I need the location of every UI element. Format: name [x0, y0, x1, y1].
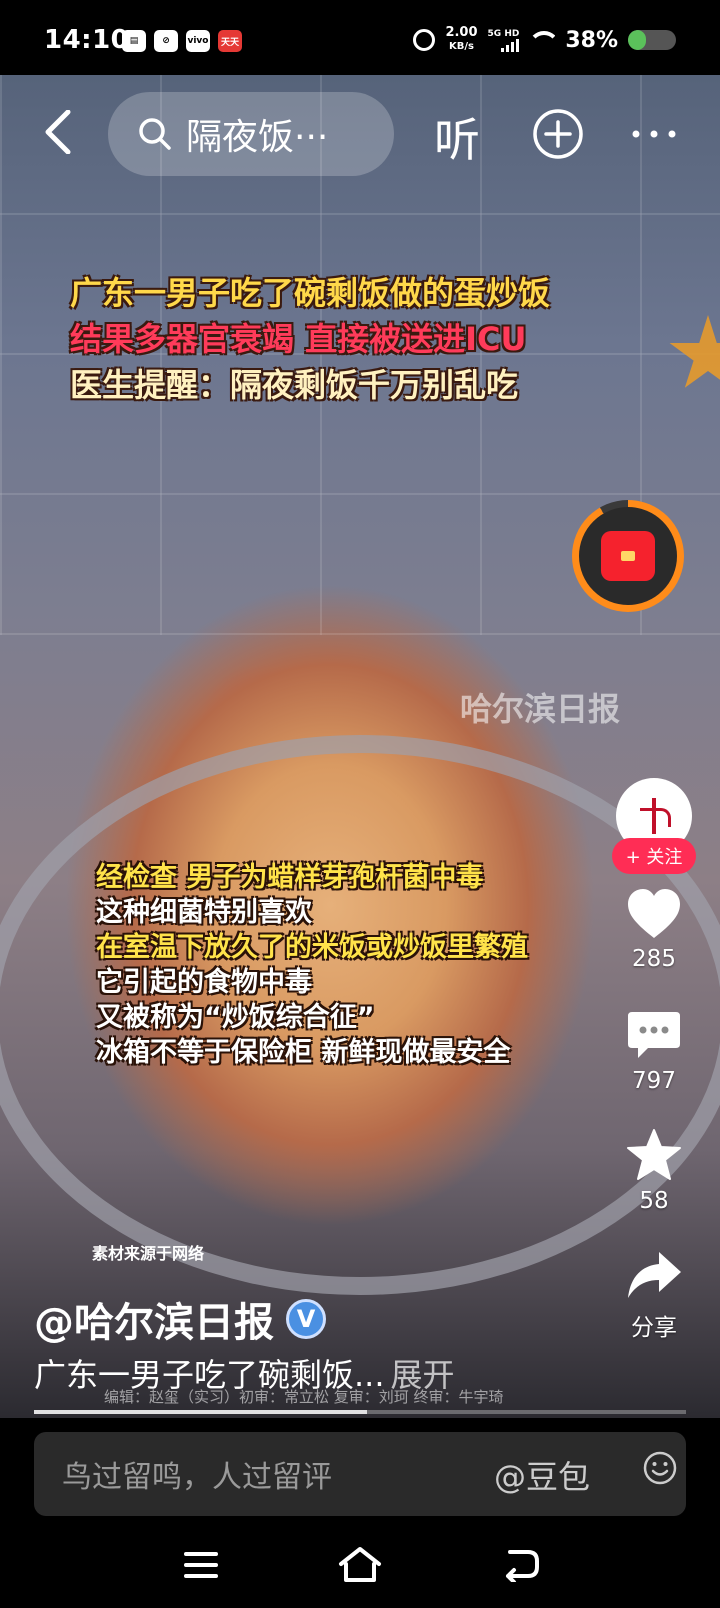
alarm-icon	[413, 29, 436, 51]
notification-icons: ▤ ⊘ vivo 天天	[122, 30, 242, 52]
search-icon	[139, 118, 171, 150]
subtitle-line: 冰箱不等于保险柜 新鲜现做最安全	[96, 1037, 511, 1068]
verified-badge-icon: V	[286, 1299, 326, 1339]
comment-input[interactable]: 鸟过留鸣，人过留评 @豆包	[34, 1432, 686, 1516]
comment-placeholder: 鸟过留鸣，人过留评	[62, 1460, 332, 1495]
search-bar[interactable]: 隔夜饭···	[108, 92, 394, 176]
tiantian-icon: 天天	[218, 30, 242, 52]
video-progress-bar[interactable]	[34, 1410, 686, 1414]
more-icon[interactable]	[630, 126, 678, 142]
comment-bar: 鸟过留鸣，人过留评 @豆包	[0, 1418, 720, 1528]
system-nav-bar	[0, 1528, 720, 1608]
signal-label: 5G HD	[487, 28, 520, 39]
vivo-icon: vivo	[186, 30, 210, 52]
share-arrow-icon	[628, 1252, 681, 1298]
net-speed-value: 2.00	[445, 25, 478, 40]
progress-fill	[34, 1410, 367, 1414]
share-label: 分享	[631, 1315, 677, 1341]
headline-line-1: 广东一男子吃了碗剩饭做的蛋炒饭	[70, 274, 551, 312]
battery-icon	[628, 30, 676, 50]
subtitle-line: 这种细菌特别喜欢	[96, 897, 312, 928]
video-subtitles: 经检查 男子为蜡样芽孢杆菌中毒 这种细菌特别喜欢 在室温下放久了的米饭或炒饭里繁…	[96, 860, 528, 1070]
author-handle: @哈尔滨日报	[34, 1300, 274, 1346]
follow-button[interactable]: + 关注	[612, 838, 696, 874]
subtitle-line: 又被称为“炒饭综合征”	[96, 1002, 375, 1033]
status-bar: 14:10 ▤ ⊘ vivo 天天 2.00 KB/s 5G HD 38%	[0, 0, 720, 75]
status-right: 2.00 KB/s 5G HD 38%	[413, 26, 676, 54]
subtitle-line: 在室温下放久了的米饭或炒饭里繁殖	[96, 932, 528, 963]
comment-button[interactable]: 797	[616, 1010, 692, 1094]
app-icon: ⊘	[154, 30, 178, 52]
listen-button[interactable]: 听	[434, 104, 480, 170]
add-icon[interactable]	[532, 108, 584, 160]
video-watermark: 哈尔滨日报	[460, 690, 621, 728]
back-icon[interactable]	[40, 110, 80, 154]
battery-fill	[628, 30, 647, 50]
video-headline: 广东一男子吃了碗剩饭做的蛋炒饭 结果多器官衰竭 直接被送进ICU 医生提醒：隔夜…	[70, 270, 550, 408]
heart-icon	[628, 889, 680, 938]
like-button[interactable]: 285	[616, 888, 692, 972]
red-envelope-icon	[601, 531, 655, 581]
like-count: 285	[632, 946, 676, 972]
status-time: 14:10	[44, 25, 130, 55]
subtitle-line: 它引起的食物中毒	[96, 967, 312, 998]
favorite-count: 58	[639, 1188, 669, 1214]
comment-icon	[628, 1012, 680, 1058]
nav-back-icon[interactable]	[504, 1548, 540, 1582]
favorite-button[interactable]: 58	[616, 1128, 692, 1214]
menu-icon[interactable]	[184, 1550, 218, 1580]
signal-icon: 5G HD	[488, 29, 520, 52]
subtitle-line: 经检查 男子为蜡样芽孢杆菌中毒	[96, 862, 484, 893]
home-icon[interactable]	[338, 1546, 382, 1584]
net-speed-unit: KB/s	[449, 41, 474, 52]
star-icon	[627, 1129, 681, 1180]
headline-line-2: 结果多器官衰竭 直接被送进ICU	[70, 320, 527, 358]
author-name[interactable]: @哈尔滨日报 V	[34, 1290, 326, 1348]
doubao-mention-button[interactable]: @豆包	[494, 1452, 590, 1498]
video-credits: 编辑：赵玺（实习）初审：常立松 复审：刘珂 终审：牛宇琦	[104, 1388, 504, 1406]
search-query: 隔夜饭···	[186, 117, 329, 158]
share-button[interactable]: 分享	[616, 1250, 692, 1342]
red-packet-button[interactable]	[572, 500, 684, 612]
emoji-icon[interactable]	[642, 1450, 678, 1486]
signal-bars	[501, 38, 520, 52]
comment-count: 797	[632, 1068, 676, 1094]
net-speed: 2.00 KB/s	[445, 26, 477, 54]
harbin-daily-logo-icon	[634, 796, 674, 836]
source-note: 素材来源于网络	[92, 1244, 205, 1263]
headline-line-3: 医生提醒：隔夜剩饭千万别乱吃	[70, 366, 519, 404]
battery-percent: 38%	[565, 27, 618, 53]
sim-icon: ▤	[122, 30, 146, 52]
wifi-icon	[529, 30, 556, 50]
